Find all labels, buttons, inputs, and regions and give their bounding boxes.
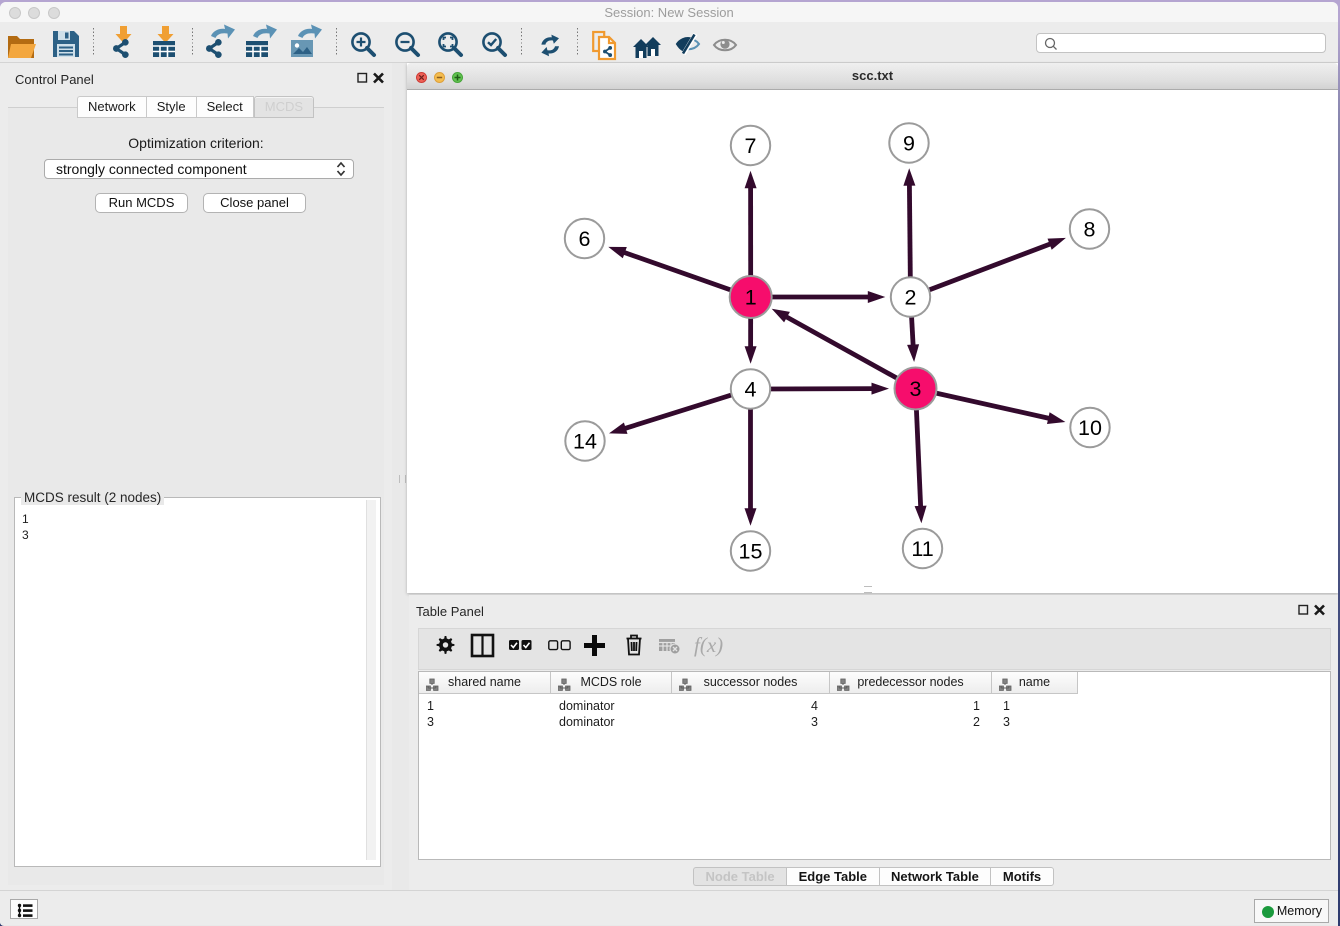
svg-text:11: 11 [911, 537, 933, 561]
svg-text:14: 14 [573, 430, 597, 454]
svg-text:8: 8 [1084, 218, 1096, 242]
svg-text:15: 15 [739, 540, 763, 564]
svg-text:3: 3 [910, 377, 922, 401]
svg-text:2: 2 [905, 286, 917, 310]
svg-text:10: 10 [1078, 416, 1102, 440]
svg-text:9: 9 [903, 132, 915, 156]
svg-text:6: 6 [579, 227, 591, 251]
svg-text:f(x): f(x) [694, 633, 723, 657]
svg-text:7: 7 [745, 134, 757, 158]
svg-text:1: 1 [745, 286, 757, 310]
svg-text:4: 4 [745, 378, 757, 402]
